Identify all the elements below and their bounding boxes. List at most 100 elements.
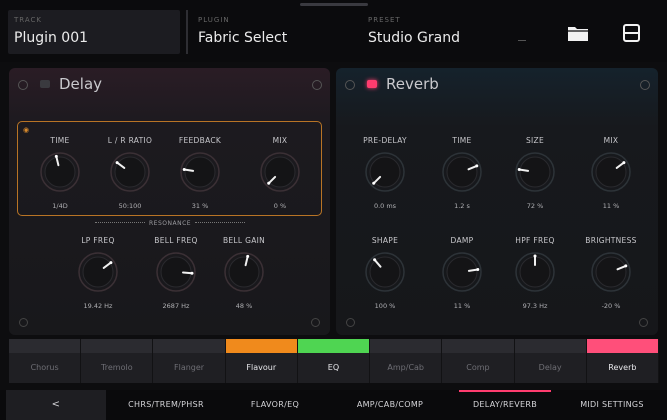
- delay-knob-feedback[interactable]: FEEDBACK 31 %: [169, 136, 231, 210]
- knob-dial[interactable]: [213, 250, 275, 298]
- tab-flanger[interactable]: Flanger: [153, 339, 226, 383]
- delay-knob-bell-gain[interactable]: BELL GAIN 48 %: [213, 236, 275, 310]
- delay-knob-lp-freq[interactable]: LP FREQ 19.42 Hz: [67, 236, 129, 310]
- knob-value: 72 %: [526, 202, 544, 210]
- tab-reverb[interactable]: Reverb: [586, 339, 659, 383]
- lock-icon[interactable]: ◉: [23, 126, 29, 134]
- tab-color-strip: [514, 339, 586, 353]
- preset-field[interactable]: PRESET Studio Grand: [360, 10, 550, 54]
- nav-flavor-eq[interactable]: FLAVOR/EQ: [225, 390, 325, 420]
- knob-label: BRIGHTNESS: [585, 236, 637, 245]
- group-divider-right: [195, 222, 245, 223]
- reverb-knob-brightness[interactable]: BRIGHTNESS -20 %: [580, 236, 642, 310]
- reverb-power-icon[interactable]: [640, 80, 650, 90]
- knob-dial[interactable]: [145, 250, 207, 298]
- nav-chrs-trem-phsr[interactable]: CHRS/TREM/PHSR: [112, 390, 220, 420]
- tab-label: Flanger: [174, 363, 205, 372]
- folder-icon[interactable]: [566, 22, 590, 44]
- reverb-knob-hpf-freq[interactable]: HPF FREQ 97.3 Hz: [504, 236, 566, 310]
- reverb-panel: Reverb PRE-DELAY 0.0 ms TIME 1.2 s SIZE 72 % M…: [336, 68, 658, 335]
- tab-label: EQ: [327, 363, 340, 372]
- knob-label: BELL GAIN: [222, 236, 266, 245]
- delay-power-icon[interactable]: [312, 80, 322, 90]
- knob-dial[interactable]: [431, 150, 493, 198]
- track-value: Plugin 001: [14, 30, 89, 46]
- knob-dial[interactable]: [29, 150, 91, 198]
- reverb-knob-size[interactable]: SIZE 72 %: [504, 136, 566, 210]
- track-field[interactable]: TRACK Plugin 001: [8, 10, 180, 54]
- track-label: TRACK: [14, 16, 42, 24]
- resonance-label: RESONANCE: [149, 220, 192, 227]
- tab-color-strip: [153, 339, 225, 353]
- reverb-corner-icon-right[interactable]: [639, 318, 648, 327]
- tab-chorus[interactable]: Chorus: [9, 339, 82, 383]
- tab-tremolo[interactable]: Tremolo: [81, 339, 154, 383]
- delay-knob-mix[interactable]: MIX 0 %: [249, 136, 311, 210]
- knob-value: 1/4D: [52, 202, 68, 210]
- knob-label: PRE-DELAY: [363, 136, 407, 145]
- knob-value: -20 %: [601, 302, 621, 310]
- tab-amp-cab[interactable]: Amp/Cab: [370, 339, 443, 383]
- nav-delay-reverb[interactable]: DELAY/REVERB: [455, 390, 555, 420]
- knob-label: SHAPE: [371, 236, 399, 245]
- tab-eq[interactable]: EQ: [297, 339, 371, 383]
- knob-dial[interactable]: [580, 250, 642, 298]
- drag-handle[interactable]: [300, 3, 368, 6]
- tab-color-strip: [442, 339, 514, 353]
- plugin-value: Fabric Select: [198, 30, 288, 46]
- tab-flavour[interactable]: Flavour: [225, 339, 298, 383]
- delay-corner-icon-right[interactable]: [311, 318, 320, 327]
- preset-separator: [518, 40, 526, 41]
- header-bar: TRACK Plugin 001 PLUGIN Fabric Select PR…: [0, 0, 667, 62]
- tab-label: Reverb: [608, 363, 637, 372]
- knob-dial[interactable]: [354, 250, 416, 298]
- tab-label: Delay: [538, 363, 562, 372]
- plugin-label: PLUGIN: [198, 16, 230, 24]
- knob-value: 0 %: [273, 202, 287, 210]
- knob-label: TIME: [50, 136, 70, 145]
- plugin-field[interactable]: PLUGIN Fabric Select: [186, 10, 346, 54]
- knob-label: BELL FREQ: [154, 236, 198, 245]
- knob-dial[interactable]: [169, 150, 231, 198]
- reverb-corner-icon[interactable]: [346, 318, 355, 327]
- knob-dial[interactable]: [354, 150, 416, 198]
- tab-label: Flavour: [246, 363, 277, 372]
- delay-enable-toggle[interactable]: [40, 80, 50, 88]
- tab-label: Tremolo: [101, 363, 133, 372]
- delay-corner-icon[interactable]: [19, 318, 28, 327]
- bottom-nav: < CHRS/TREM/PHSR FLAVOR/EQ AMP/CAB/COMP DELA…: [0, 390, 667, 420]
- tab-comp[interactable]: Comp: [442, 339, 515, 383]
- reverb-knob-shape[interactable]: SHAPE 100 %: [354, 236, 416, 310]
- knob-dial[interactable]: [99, 150, 161, 198]
- nav-amp-cab-comp[interactable]: AMP/CAB/COMP: [330, 390, 450, 420]
- delay-knob-l-r-ratio[interactable]: L / R RATIO 50:100: [99, 136, 161, 210]
- knob-dial[interactable]: [67, 250, 129, 298]
- delay-knob-time[interactable]: TIME 1/4D: [29, 136, 91, 210]
- tab-label: Comp: [466, 363, 490, 372]
- nav-midi-settings[interactable]: MIDI SETTINGS: [560, 390, 664, 420]
- knob-dial[interactable]: [431, 250, 493, 298]
- tab-color-strip: [586, 339, 658, 353]
- reverb-knob-pre-delay[interactable]: PRE-DELAY 0.0 ms: [354, 136, 416, 210]
- knob-value: 19.42 Hz: [83, 302, 113, 310]
- tab-delay[interactable]: Delay: [514, 339, 587, 383]
- reverb-knob-time[interactable]: TIME 1.2 s: [431, 136, 493, 210]
- knob-label: LP FREQ: [81, 236, 115, 245]
- knob-dial[interactable]: [504, 250, 566, 298]
- knob-value: 11 %: [602, 202, 620, 210]
- reverb-knob-damp[interactable]: DAMP 11 %: [431, 236, 493, 310]
- knob-label: FEEDBACK: [178, 136, 222, 145]
- knob-dial[interactable]: [249, 150, 311, 198]
- tab-label: Chorus: [30, 363, 59, 372]
- knob-value: 100 %: [374, 302, 396, 310]
- tab-color-strip: [81, 339, 153, 353]
- knob-dial[interactable]: [580, 150, 642, 198]
- delay-knob-bell-freq[interactable]: BELL FREQ 2687 Hz: [145, 236, 207, 310]
- reverb-enable-toggle[interactable]: [367, 80, 377, 88]
- reverb-settings-icon[interactable]: [345, 80, 355, 90]
- save-icon[interactable]: [622, 22, 646, 44]
- reverb-knob-mix[interactable]: MIX 11 %: [580, 136, 642, 210]
- delay-settings-icon[interactable]: [18, 80, 28, 90]
- back-button[interactable]: <: [6, 390, 106, 420]
- knob-dial[interactable]: [504, 150, 566, 198]
